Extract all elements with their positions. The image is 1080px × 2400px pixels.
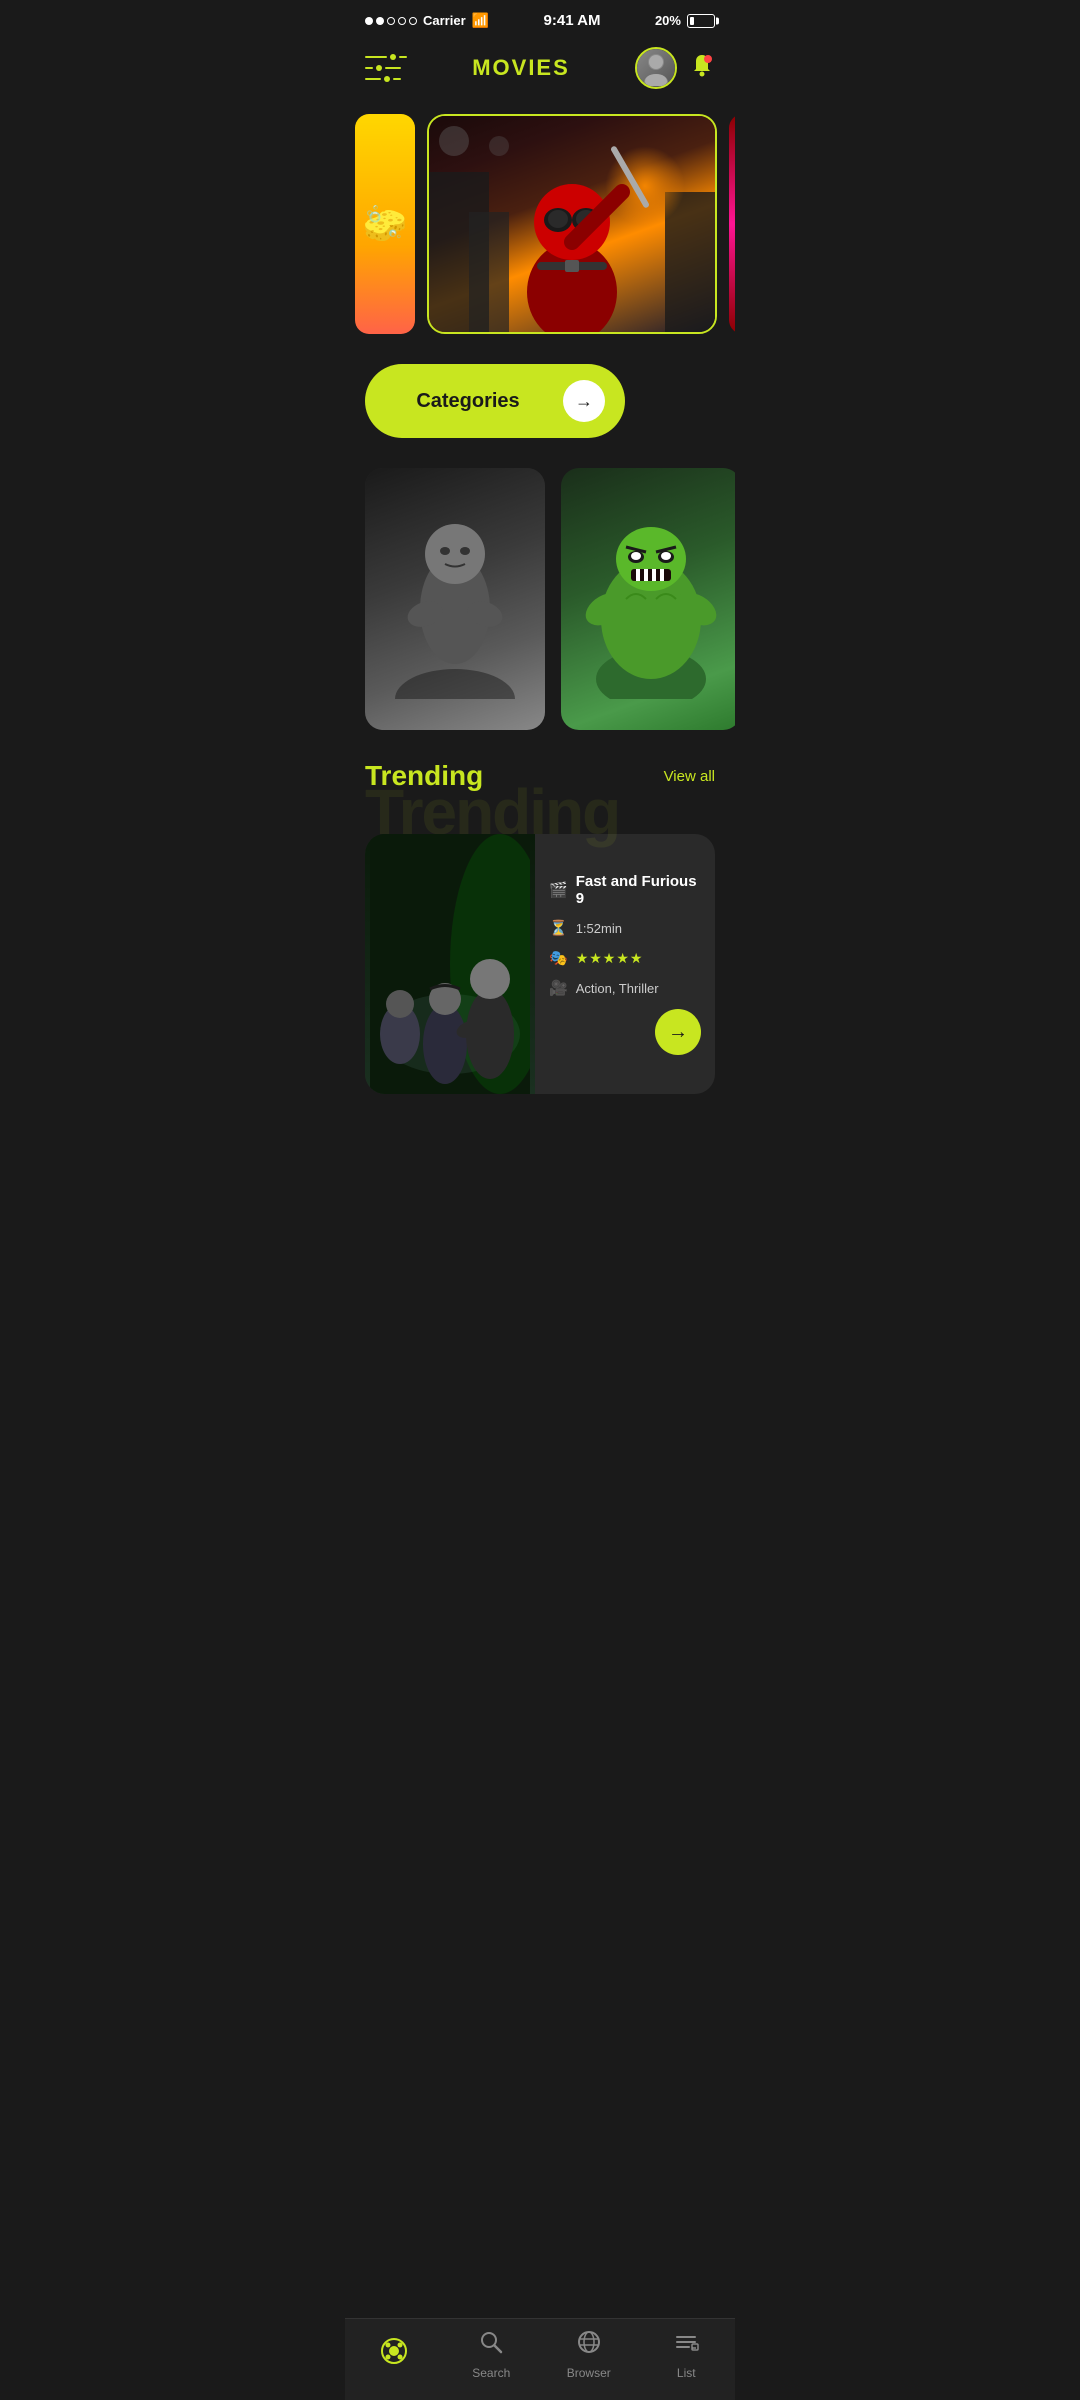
list-nav-icon (673, 2329, 699, 2362)
featured-carousel: 🧽 (345, 104, 735, 354)
trending-poster-inner (365, 834, 535, 1094)
trending-section: Trending View all Trending (345, 750, 735, 1114)
wifi-icon: 📶 (472, 12, 489, 29)
signal-dot-3 (387, 17, 395, 25)
battery-percent: 20% (655, 13, 681, 28)
slider-line-1 (365, 56, 387, 58)
ff9-trending-svg (370, 834, 530, 1094)
page-title: MOVIES (472, 55, 570, 81)
ff9-poster (365, 468, 545, 730)
signal-dot-1 (365, 17, 373, 25)
ff9-poster-svg (380, 499, 530, 699)
avatar[interactable] (635, 47, 677, 89)
categories-section: Categories → (345, 354, 735, 458)
list-nav-label: List (677, 2366, 696, 2380)
trending-movie-name: Fast and Furious 9 (576, 873, 701, 907)
status-right: 20% (655, 13, 715, 28)
deadpool-character (482, 132, 662, 332)
carrier-label: Carrier (423, 13, 466, 28)
carousel-item-deadpool[interactable] (427, 114, 717, 334)
filter-sliders-icon (365, 54, 407, 82)
trending-genre-row: 🎥 Action, Thriller (549, 979, 701, 997)
carousel-item-sponge[interactable]: 🧽 (355, 114, 415, 334)
signal-dot-4 (398, 17, 406, 25)
browser-nav-label: Browser (567, 2366, 611, 2380)
trending-arrow-button[interactable]: → (655, 1009, 701, 1055)
movie-card-hulk[interactable]: 🎬 HULK 🏷 $136.5 🎭 ★ (561, 468, 735, 730)
browser-nav-icon (576, 2329, 602, 2362)
clock-icon: ⏳ (549, 919, 568, 937)
categories-label: Categories (385, 390, 551, 413)
status-bar: Carrier 📶 9:41 AM 20% (345, 0, 735, 37)
signal-dots (365, 17, 417, 25)
bottom-navigation: Search Browser List (345, 2318, 735, 2400)
slider-line-2b (385, 67, 401, 69)
trending-featured-card[interactable]: 🎬 Fast and Furious 9 ⏳ 1:52min 🎭 ★★★★★ 🎥… (365, 834, 715, 1094)
trending-movie-info: 🎬 Fast and Furious 9 ⏳ 1:52min 🎭 ★★★★★ 🎥… (535, 834, 715, 1094)
categories-arrow-icon: → (563, 380, 605, 422)
notification-bell-icon[interactable] (689, 52, 715, 84)
slider-knob-3 (384, 76, 390, 82)
avatar-svg (638, 50, 674, 86)
globe-svg-icon (576, 2329, 602, 2355)
avatar-image (637, 49, 675, 87)
hulk-poster-svg (576, 499, 726, 699)
search-svg-icon (478, 2329, 504, 2355)
trending-stars: ★★★★★ (576, 950, 644, 967)
filter-button[interactable] (365, 54, 407, 82)
nav-item-search[interactable]: Search (456, 2329, 526, 2380)
nav-item-list[interactable]: List (651, 2329, 721, 2380)
trending-movie-title-row: 🎬 Fast and Furious 9 (549, 873, 701, 907)
star-icon-trending: 🎭 (549, 949, 568, 967)
trending-duration-row: ⏳ 1:52min (549, 919, 701, 937)
categories-button[interactable]: Categories → (365, 364, 625, 438)
genre-icon: 🎥 (549, 979, 568, 997)
app-header: MOVIES (345, 37, 735, 104)
home-nav-icon (380, 2337, 408, 2372)
carousel-item-villain[interactable]: 👹 (729, 114, 735, 334)
slider-line-3b (393, 78, 401, 80)
search-nav-icon (478, 2329, 504, 2362)
slider-knob-2 (376, 65, 382, 71)
movie-card-ff9[interactable]: 🎬 FF9 🏷 $236.5 🎭 ★ (365, 468, 545, 730)
slider-row-1 (365, 54, 407, 60)
trending-genres: Action, Thriller (576, 981, 659, 996)
search-nav-label: Search (472, 2366, 510, 2380)
battery-fill (690, 17, 694, 25)
hulk-poster (561, 468, 735, 730)
nav-item-browser[interactable]: Browser (554, 2329, 624, 2380)
signal-dot-2 (376, 17, 384, 25)
slider-line-1b (399, 56, 407, 58)
battery-icon (687, 14, 715, 28)
header-right (635, 47, 715, 89)
movies-grid: 🎬 FF9 🏷 $236.5 🎭 ★ (345, 458, 735, 750)
view-all-link[interactable]: View all (664, 768, 715, 785)
bell-svg (689, 52, 715, 78)
trending-movie-poster (365, 834, 535, 1094)
slider-knob-1 (390, 54, 396, 60)
arrow-symbol: → (575, 391, 593, 412)
slider-line-3 (365, 78, 381, 80)
arrow-icon: → (668, 1021, 688, 1044)
bottom-spacer (345, 1114, 735, 1204)
slider-row-2 (365, 65, 407, 71)
trending-duration: 1:52min (576, 921, 622, 936)
nav-item-home[interactable] (359, 2337, 429, 2372)
slider-row-3 (365, 76, 407, 82)
slider-line-2 (365, 67, 373, 69)
trending-rating-row: 🎭 ★★★★★ (549, 949, 701, 967)
movie-icon: 🎬 (549, 881, 568, 899)
film-reel-icon (380, 2337, 408, 2365)
status-left: Carrier 📶 (365, 12, 489, 29)
signal-dot-5 (409, 17, 417, 25)
list-svg-icon (673, 2329, 699, 2355)
status-time: 9:41 AM (544, 12, 601, 29)
